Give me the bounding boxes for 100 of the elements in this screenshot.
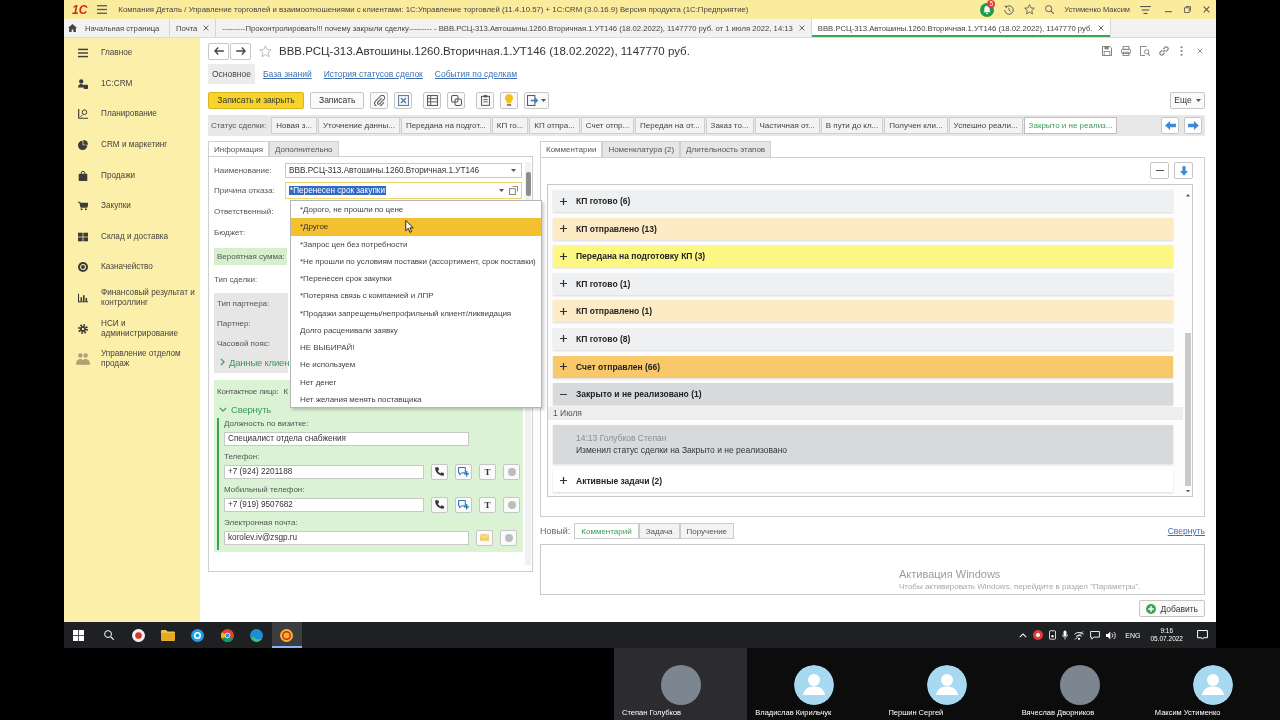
square-cross-icon[interactable]	[397, 94, 409, 106]
paperclip-icon[interactable]	[373, 94, 385, 106]
plus-icon[interactable]	[560, 280, 567, 288]
preview-icon[interactable]	[1140, 46, 1150, 56]
call-button[interactable]	[431, 496, 448, 513]
windows-logo-icon[interactable]	[73, 629, 85, 641]
sidebar-item[interactable]: Закупки	[64, 190, 200, 222]
record-icon[interactable]	[1033, 630, 1044, 640]
minus-icon[interactable]	[1155, 169, 1164, 172]
toolbar-button[interactable]	[447, 91, 466, 109]
close-icon[interactable]	[1203, 6, 1210, 13]
dropdown-option[interactable]: Нет желания менять поставщика	[291, 390, 541, 408]
restore-icon[interactable]	[1184, 6, 1191, 13]
stage-button[interactable]: Передана на подгот...	[400, 117, 491, 134]
plus-icon[interactable]	[560, 307, 567, 315]
panel-tab[interactable]: Комментарии	[540, 141, 603, 157]
home-icon[interactable]	[68, 24, 77, 32]
stage-button[interactable]: Счет отпр...	[580, 117, 635, 134]
search-icon[interactable]	[103, 630, 114, 640]
link-icon[interactable]	[1159, 46, 1169, 56]
select-field[interactable]: ВВВ.РСЦ-313.Автошины.1260.Вторичная.1.УТ146	[285, 163, 522, 178]
plus-icon[interactable]	[560, 477, 567, 485]
phone-field[interactable]: +7 (919) 9507682	[224, 497, 424, 512]
select-field[interactable]: *Перенесен срок закупки	[285, 182, 522, 199]
group-header[interactable]: Закрыто и не реализовано (1)	[553, 383, 1173, 406]
phone-icon[interactable]	[435, 467, 444, 476]
section-link[interactable]: История статусов сделок	[319, 64, 427, 84]
close-icon[interactable]	[1098, 25, 1105, 31]
forward-button[interactable]	[230, 42, 251, 60]
stage-button[interactable]: Заказ то...	[705, 117, 754, 134]
star-icon[interactable]	[259, 44, 272, 58]
section-link[interactable]: События по сделкам	[430, 64, 522, 84]
plus-icon[interactable]	[560, 225, 567, 233]
chevron-up-icon[interactable]	[1019, 632, 1028, 638]
stage-button[interactable]: Передан на от...	[635, 117, 705, 134]
copy-icon[interactable]	[450, 94, 462, 106]
save-icon[interactable]	[1102, 46, 1112, 56]
add-icon[interactable]	[1146, 603, 1157, 614]
down-arrow-button[interactable]	[1174, 162, 1193, 179]
dropdown-option[interactable]: *Другое	[291, 218, 541, 236]
table-icon[interactable]	[426, 94, 438, 106]
entry-type-tab[interactable]: Задача	[638, 523, 680, 539]
stage-button[interactable]: КП го...	[491, 117, 529, 134]
export-icon[interactable]	[527, 94, 539, 106]
dropdown-option[interactable]: Нет денег	[291, 373, 541, 391]
sidebar-item[interactable]: Финансовый результат и контроллинг	[64, 282, 200, 314]
group-header[interactable]: Передана на подготовку КП (3)	[553, 245, 1173, 268]
right-arrow-icon[interactable]	[1187, 121, 1199, 130]
minus-icon[interactable]	[560, 393, 567, 395]
group-header[interactable]: Активные задачи (2)	[553, 469, 1173, 492]
dropdown-option[interactable]: *Не прошли по условиям поставки (ассортимент, срок поставки)	[291, 252, 541, 270]
sidebar-item[interactable]: Казначейство	[64, 252, 200, 283]
panel-tab[interactable]: Информация	[208, 141, 269, 156]
plus-icon[interactable]	[560, 252, 567, 260]
panel-tab[interactable]: Длительность этапов	[680, 141, 772, 157]
toolbar-button[interactable]	[370, 91, 389, 109]
bell-icon[interactable]	[980, 2, 995, 17]
caret-down-icon[interactable]	[1185, 489, 1190, 492]
cart-icon[interactable]	[78, 201, 88, 212]
sidebar-item[interactable]: Главное	[64, 38, 200, 69]
app-icon[interactable]	[191, 628, 205, 642]
pie-chart-icon[interactable]	[78, 140, 88, 151]
text-button[interactable]: T	[479, 496, 496, 513]
squares-icon[interactable]	[509, 186, 518, 195]
caret-down-icon[interactable]	[541, 98, 547, 102]
forward-arrow-icon[interactable]	[235, 47, 246, 55]
next-button[interactable]	[1184, 117, 1202, 134]
group-header[interactable]: КП отправлено (1)	[553, 300, 1173, 323]
stage-button[interactable]: КП отпра...	[529, 117, 580, 134]
save-close-button[interactable]: Записать и закрыть	[208, 91, 304, 109]
stage-button[interactable]: Частичная от...	[754, 117, 820, 134]
stage-button[interactable]: В пути до кл...	[820, 117, 884, 134]
dropdown-option[interactable]: Долго расценивали заявку	[291, 321, 541, 339]
gear-icon[interactable]	[78, 323, 88, 334]
stage-button[interactable]: Получен кли...	[884, 117, 948, 134]
text-button[interactable]: T	[479, 463, 496, 480]
back-arrow-icon[interactable]	[213, 47, 224, 55]
dropdown-option[interactable]: *Перенесен срок закупки	[291, 270, 541, 288]
caret-down-icon[interactable]	[499, 189, 504, 192]
bar-chart-icon[interactable]	[78, 293, 88, 304]
star-icon[interactable]	[1024, 4, 1036, 15]
group-header[interactable]: КП готово (1)	[553, 272, 1173, 295]
down-arrow-icon[interactable]	[1179, 165, 1188, 176]
app-icon[interactable]	[280, 628, 294, 642]
toolbar-button[interactable]	[423, 91, 442, 109]
network-icon[interactable]	[1074, 630, 1085, 640]
dropdown-option[interactable]: *Запрос цен без потребности	[291, 235, 541, 253]
caret-up-icon[interactable]	[1185, 194, 1190, 197]
chevron-down-icon[interactable]	[219, 406, 227, 412]
dropdown-option[interactable]: Не используем	[291, 356, 541, 374]
printer-icon[interactable]	[1121, 46, 1131, 56]
phone-icon[interactable]	[435, 500, 444, 509]
stage-button[interactable]: Уточнение данны...	[317, 117, 400, 134]
target-icon[interactable]	[78, 262, 88, 273]
more-button[interactable]: Еще	[1170, 91, 1205, 109]
stage-button[interactable]: Новая з...	[271, 117, 317, 134]
group-header[interactable]: Счет отправлен (66)	[553, 355, 1173, 378]
back-button[interactable]	[208, 42, 229, 60]
minimize-icon[interactable]	[1165, 11, 1172, 13]
stage-button[interactable]: Успешно реали...	[948, 117, 1023, 134]
